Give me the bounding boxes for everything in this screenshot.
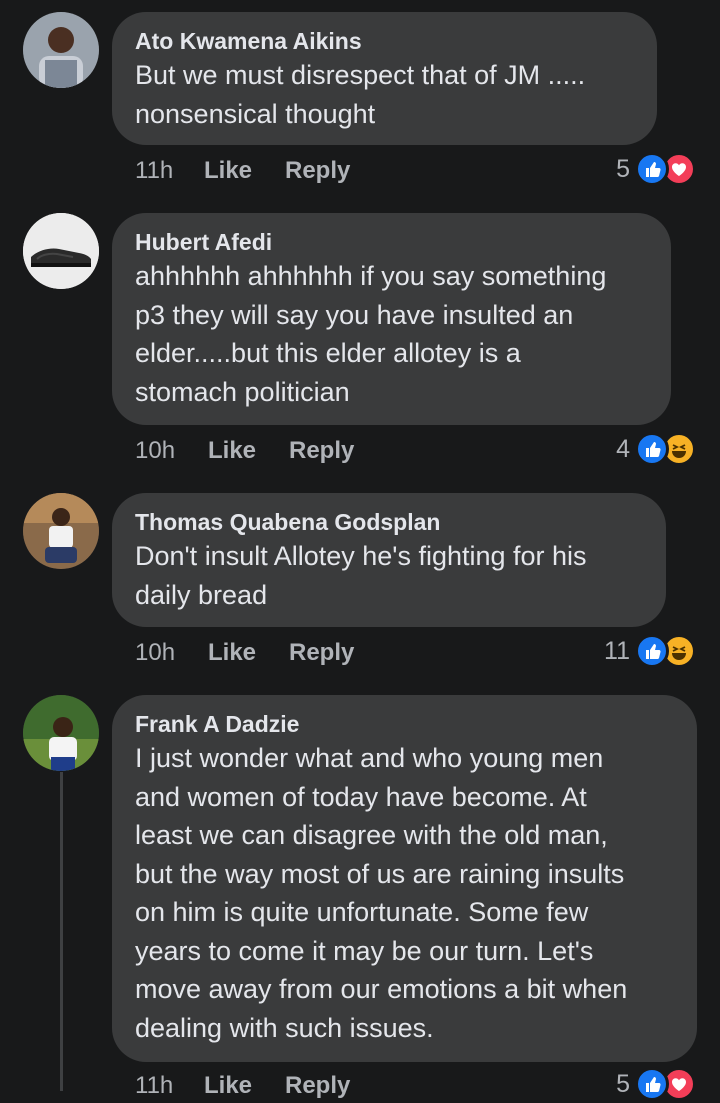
comment-text: Don't insult Allotey he's fighting for h… [135,541,587,610]
comment-time[interactable]: 11h [135,1072,173,1100]
like-button[interactable]: Like [204,1072,252,1100]
like-button[interactable]: Like [204,157,252,185]
comment-bubble: Thomas Quabena Godsplan Don't insult All… [112,493,666,627]
reaction-count: 4 [616,435,630,463]
reaction-count: 5 [616,1070,630,1098]
comment-text: ahhhhhh ahhhhhh if you say something p3 … [135,261,607,407]
reaction-summary[interactable]: 4 [560,432,700,466]
avatar-photo [23,695,99,771]
reaction-count: 11 [604,637,630,665]
like-button[interactable]: Like [208,639,256,667]
reaction-summary[interactable]: 11 [560,634,700,668]
reply-button[interactable]: Reply [289,639,354,667]
comment-text: But we must disrespect that of JM ..... … [135,60,586,129]
comment-author[interactable]: Ato Kwamena Aikins [135,26,633,56]
reply-button[interactable]: Reply [285,157,350,185]
comment-author[interactable]: Frank A Dadzie [135,709,673,739]
like-icon [635,432,669,466]
like-button[interactable]: Like [208,437,256,465]
comment-author[interactable]: Hubert Afedi [135,227,647,257]
avatar-photo [23,213,99,289]
reaction-summary[interactable]: 5 [560,152,700,186]
avatar[interactable] [23,695,99,771]
avatar[interactable] [23,12,99,88]
reply-button[interactable]: Reply [285,1072,350,1100]
reaction-count: 5 [616,155,630,183]
reply-thread-line [60,772,63,1091]
avatar[interactable] [23,213,99,289]
comment-bubble: Frank A Dadzie I just wonder what and wh… [112,695,697,1062]
comment-text: I just wonder what and who young men and… [135,743,628,1043]
avatar-photo [23,493,99,569]
comment-time[interactable]: 11h [135,157,173,185]
like-icon [635,1067,669,1101]
reaction-summary[interactable]: 5 [560,1067,700,1101]
comment-bubble: Ato Kwamena Aikins But we must disrespec… [112,12,657,145]
like-icon [635,634,669,668]
comment-time[interactable]: 10h [135,437,175,465]
avatar-photo [23,12,99,88]
comment-time[interactable]: 10h [135,639,175,667]
comment-author[interactable]: Thomas Quabena Godsplan [135,507,642,537]
reply-button[interactable]: Reply [289,437,354,465]
like-icon [635,152,669,186]
comment-bubble: Hubert Afedi ahhhhhh ahhhhhh if you say … [112,213,671,425]
avatar[interactable] [23,493,99,569]
